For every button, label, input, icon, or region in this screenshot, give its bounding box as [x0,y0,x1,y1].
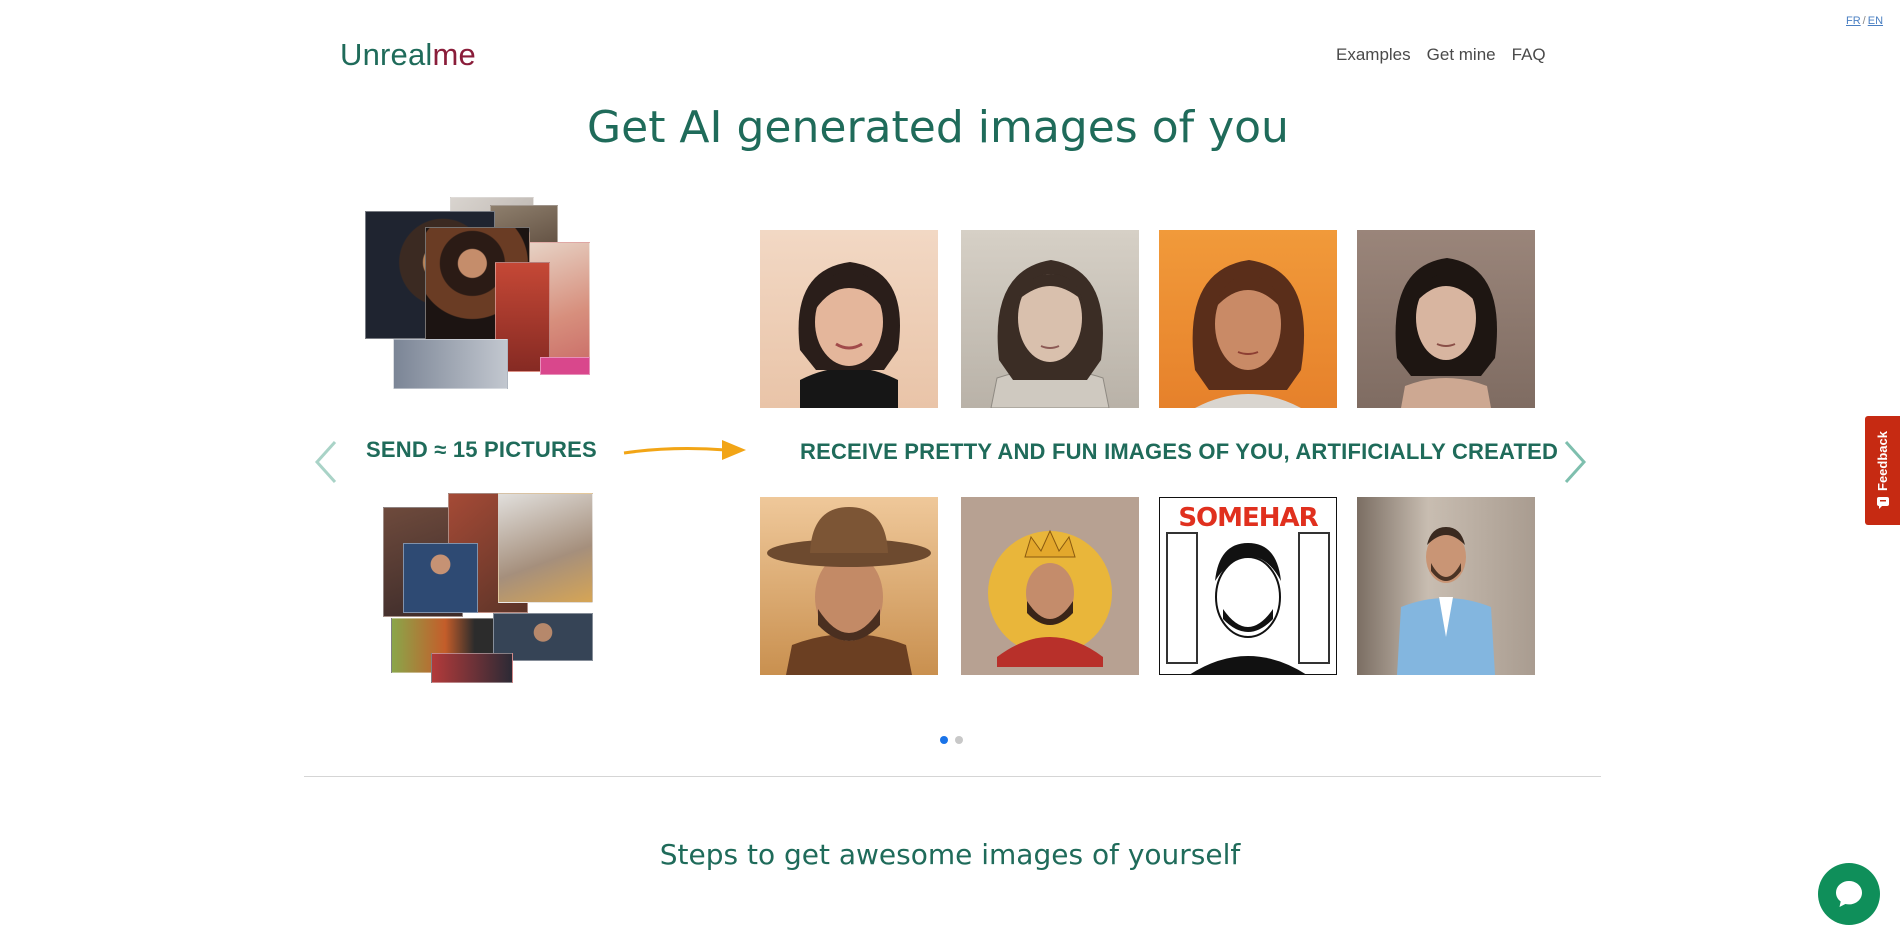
page-title-text: Get AI generated images of you [587,102,1289,153]
logo[interactable]: Unrealme [340,37,476,73]
portrait-woman-orange [1192,260,1305,408]
feedback-tab[interactable]: Feedback [1865,416,1900,525]
language-switch: FR / EN [1846,15,1883,27]
nav-examples-link[interactable]: Examples [1336,45,1411,65]
portrait-man-cowboy [767,507,931,675]
input-photo [498,493,593,603]
portrait-man-king [988,529,1112,667]
arrow-right-icon [623,440,746,460]
send-pictures-label: SEND ≈ 15 PICTURES [366,437,597,462]
generated-portrait [1159,230,1337,408]
generated-portrait: SOMEHAR [1159,497,1337,675]
feedback-icon [1876,497,1889,510]
input-photos-collage-top [365,197,590,389]
main-nav: Examples Get mine FAQ [1336,45,1546,65]
generated-portrait [760,497,938,675]
nav-faq-link[interactable]: FAQ [1512,45,1546,65]
receive-images-label: RECEIVE PRETTY AND FUN IMAGES OF YOU, AR… [800,439,1559,464]
lang-fr-link[interactable]: FR [1846,15,1861,27]
generated-portrait [1357,497,1535,675]
page-title: Get AI generated images of you [0,102,1900,153]
input-photo [540,357,590,375]
lang-en-link[interactable]: EN [1868,15,1883,27]
carousel-dot-1[interactable] [940,736,948,744]
lang-separator: / [1862,15,1866,27]
input-photo [393,339,508,389]
generated-portrait [760,230,938,408]
section-divider [304,776,1601,777]
portrait-woman-robot [990,260,1110,408]
portrait-comic-title: SOMEHAR [1178,503,1318,533]
chevron-left-icon [314,440,337,484]
generated-portrait [1357,230,1535,408]
chevron-right-icon [1564,440,1587,484]
carousel-next-button[interactable] [1562,440,1588,484]
portrait-woman-sketch [1395,258,1497,408]
carousel-pagination [940,736,963,744]
chat-button[interactable] [1818,863,1880,925]
portrait-man-suit [1397,527,1495,675]
generated-portrait [961,497,1139,675]
nav-get-mine-link[interactable]: Get mine [1427,45,1496,65]
logo-part-2: me [432,37,476,72]
portrait-woman-smiling [798,262,900,408]
chat-icon [1836,881,1862,907]
input-photos-collage-bottom [383,493,595,683]
logo-part-1: Unreal [340,37,433,72]
carousel-prev-button[interactable] [313,440,339,484]
steps-section-title: Steps to get awesome images of yourself [0,838,1900,871]
steps-section-title-text: Steps to get awesome images of yourself [659,838,1241,871]
input-photo [431,653,513,683]
carousel-dot-2[interactable] [955,736,963,744]
generated-portrait [961,230,1139,408]
feedback-label: Feedback [1875,430,1890,491]
input-photo [403,543,478,613]
